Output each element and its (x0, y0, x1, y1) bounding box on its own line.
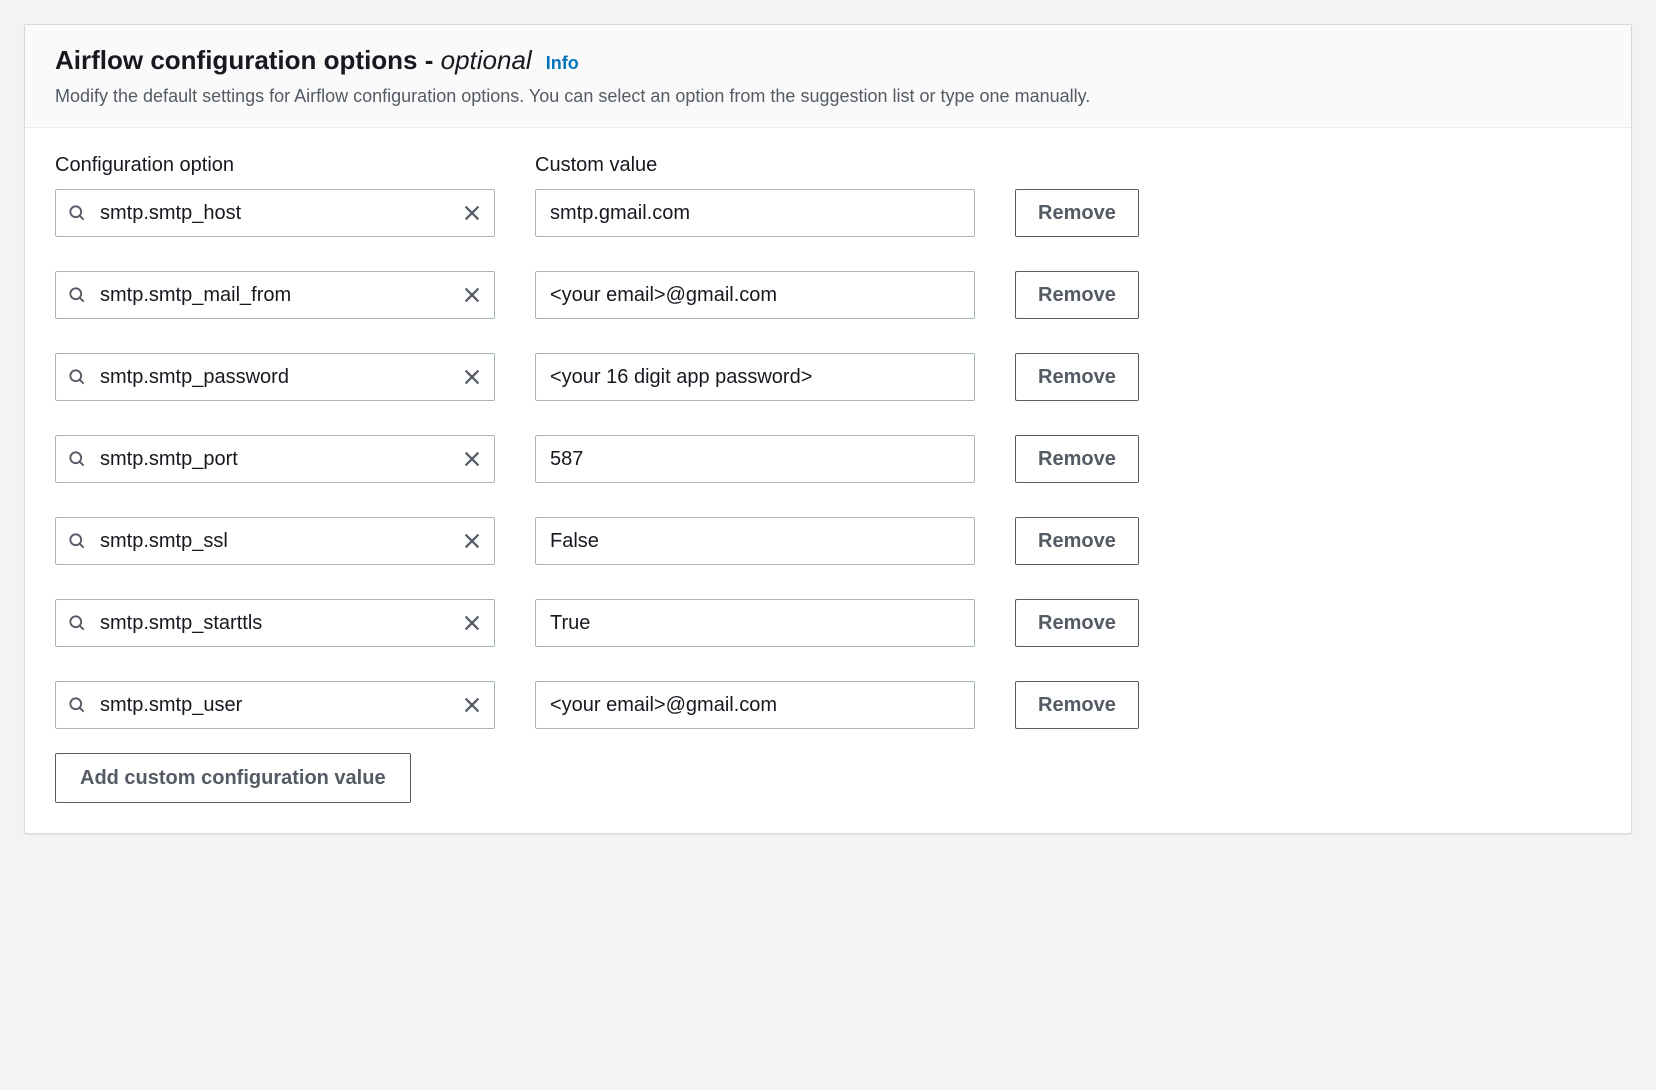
config-row: Remove (55, 271, 1601, 319)
clear-icon[interactable] (461, 448, 483, 470)
config-option-field-wrap (55, 353, 495, 401)
clear-icon[interactable] (461, 202, 483, 224)
panel-subtitle: Modify the default settings for Airflow … (55, 84, 1601, 109)
clear-icon[interactable] (461, 694, 483, 716)
config-option-field-wrap (55, 599, 495, 647)
columns-header: Configuration option Custom value (55, 154, 1601, 177)
title-main: Airflow configuration options (55, 45, 418, 75)
clear-icon[interactable] (461, 284, 483, 306)
config-row: Remove (55, 681, 1601, 729)
config-row: Remove (55, 353, 1601, 401)
info-link[interactable]: Info (546, 53, 579, 74)
remove-button[interactable]: Remove (1015, 189, 1139, 237)
remove-button[interactable]: Remove (1015, 353, 1139, 401)
config-option-field-wrap (55, 435, 495, 483)
title-row: Airflow configuration options - optional… (55, 45, 1601, 76)
config-option-column-label: Configuration option (55, 154, 495, 177)
clear-icon[interactable] (461, 612, 483, 634)
custom-value-input[interactable] (535, 435, 975, 483)
panel-body: Configuration option Custom value Remove (25, 128, 1631, 833)
remove-button[interactable]: Remove (1015, 517, 1139, 565)
config-option-input[interactable] (55, 681, 495, 729)
remove-button[interactable]: Remove (1015, 271, 1139, 319)
title-separator: - (418, 45, 441, 75)
config-options-panel: Airflow configuration options - optional… (24, 24, 1632, 834)
remove-button[interactable]: Remove (1015, 681, 1139, 729)
custom-value-input[interactable] (535, 189, 975, 237)
remove-button[interactable]: Remove (1015, 435, 1139, 483)
config-option-input[interactable] (55, 189, 495, 237)
config-option-input[interactable] (55, 271, 495, 319)
custom-value-input[interactable] (535, 517, 975, 565)
config-row: Remove (55, 189, 1601, 237)
clear-icon[interactable] (461, 366, 483, 388)
custom-value-input[interactable] (535, 599, 975, 647)
config-option-input[interactable] (55, 435, 495, 483)
config-option-field-wrap (55, 681, 495, 729)
panel-header: Airflow configuration options - optional… (25, 25, 1631, 128)
config-option-input[interactable] (55, 599, 495, 647)
custom-value-input[interactable] (535, 353, 975, 401)
remove-button[interactable]: Remove (1015, 599, 1139, 647)
custom-value-column-label: Custom value (535, 154, 975, 177)
config-row: Remove (55, 517, 1601, 565)
title-optional: optional (441, 45, 532, 75)
config-row: Remove (55, 599, 1601, 647)
config-option-input[interactable] (55, 517, 495, 565)
custom-value-input[interactable] (535, 681, 975, 729)
config-option-field-wrap (55, 517, 495, 565)
rows-container: Remove Remove (55, 189, 1601, 729)
add-custom-config-button[interactable]: Add custom configuration value (55, 753, 411, 803)
config-row: Remove (55, 435, 1601, 483)
config-option-input[interactable] (55, 353, 495, 401)
custom-value-input[interactable] (535, 271, 975, 319)
clear-icon[interactable] (461, 530, 483, 552)
panel-title: Airflow configuration options - optional (55, 45, 532, 76)
config-option-field-wrap (55, 189, 495, 237)
config-option-field-wrap (55, 271, 495, 319)
